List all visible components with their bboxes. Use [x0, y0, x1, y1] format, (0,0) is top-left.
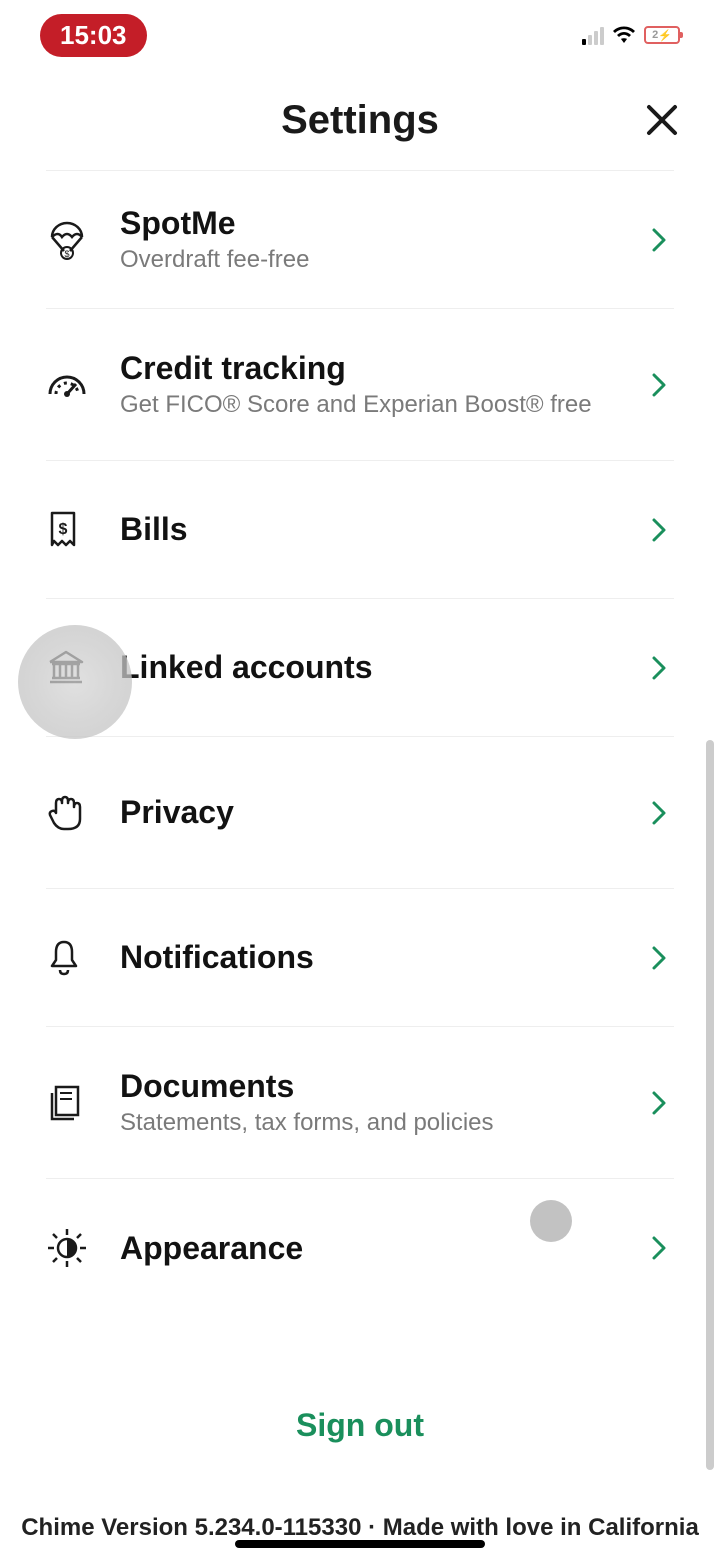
close-button[interactable]	[642, 100, 682, 140]
app-version: Chime Version 5.234.0-115330 · Made with…	[0, 1514, 720, 1542]
bell-icon	[46, 938, 120, 978]
hand-icon	[46, 793, 120, 833]
row-subtitle: Statements, tax forms, and policies	[120, 1109, 644, 1137]
svg-text:$: $	[59, 521, 68, 538]
home-indicator[interactable]	[235, 1540, 485, 1548]
chevron-right-icon	[644, 655, 674, 681]
row-title: Linked accounts	[120, 649, 644, 686]
brightness-icon	[46, 1227, 120, 1269]
receipt-dollar-icon: $	[46, 509, 120, 551]
chevron-right-icon	[644, 945, 674, 971]
row-notifications[interactable]: Notifications	[46, 889, 674, 1027]
row-appearance[interactable]: Appearance	[46, 1179, 674, 1317]
cellular-icon	[582, 25, 604, 45]
chevron-right-icon	[644, 227, 674, 253]
scroll-indicator[interactable]	[706, 740, 714, 1470]
row-title: Credit tracking	[120, 350, 644, 387]
row-subtitle: Get FICO® Score and Experian Boost® free	[120, 391, 644, 419]
parachute-dollar-icon: $	[46, 219, 120, 261]
status-icons: 2⚡	[582, 25, 680, 45]
signout-button[interactable]: Sign out	[296, 1407, 424, 1444]
row-subtitle: Overdraft fee-free	[120, 246, 644, 274]
page-header: Settings	[0, 70, 720, 170]
status-bar: 15:03 2⚡	[0, 0, 720, 70]
document-stack-icon	[46, 1083, 120, 1123]
chevron-right-icon	[644, 372, 674, 398]
assistive-touch-icon[interactable]	[18, 625, 132, 739]
settings-list: $ SpotMe Overdraft fee-free Credit track…	[46, 170, 674, 1317]
row-title: Notifications	[120, 939, 644, 976]
row-bills[interactable]: $ Bills	[46, 461, 674, 599]
chevron-right-icon	[644, 1090, 674, 1116]
battery-icon: 2⚡	[644, 26, 680, 44]
wifi-icon	[612, 25, 636, 45]
chevron-right-icon	[644, 800, 674, 826]
gauge-icon	[46, 370, 120, 400]
row-title: Privacy	[120, 794, 644, 831]
chevron-right-icon	[644, 1235, 674, 1261]
status-time: 15:03	[40, 14, 147, 57]
chevron-right-icon	[644, 517, 674, 543]
row-documents[interactable]: Documents Statements, tax forms, and pol…	[46, 1027, 674, 1179]
signout-container: Sign out	[0, 1407, 720, 1444]
page-title: Settings	[281, 98, 439, 143]
row-credit-tracking[interactable]: Credit tracking Get FICO® Score and Expe…	[46, 309, 674, 461]
touch-indicator-icon	[530, 1200, 572, 1242]
row-title: Documents	[120, 1068, 644, 1105]
close-icon	[645, 103, 679, 137]
row-title: SpotMe	[120, 205, 644, 242]
row-title: Bills	[120, 511, 644, 548]
row-spotme[interactable]: $ SpotMe Overdraft fee-free	[46, 171, 674, 309]
row-linked-accounts[interactable]: Linked accounts	[46, 599, 674, 737]
svg-text:$: $	[64, 249, 69, 259]
row-privacy[interactable]: Privacy	[46, 737, 674, 889]
